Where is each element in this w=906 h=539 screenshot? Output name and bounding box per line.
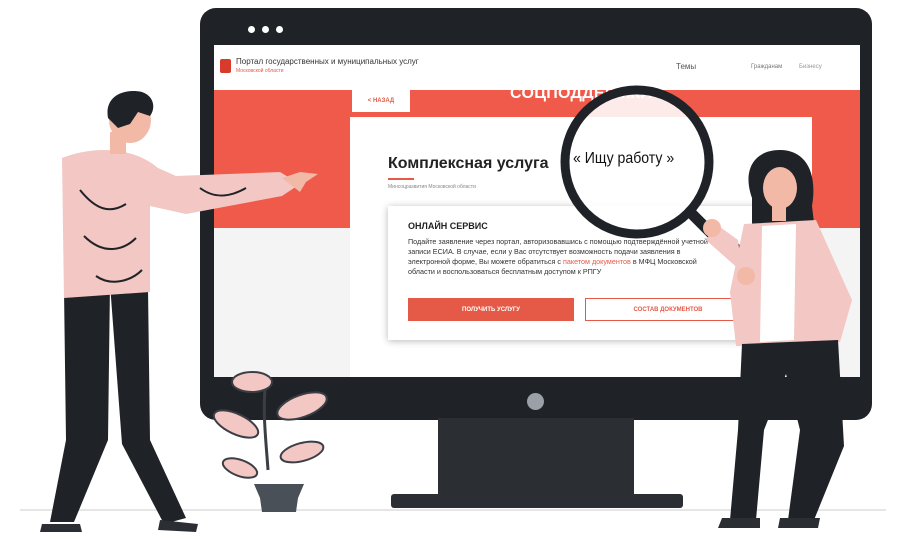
plant — [212, 371, 328, 512]
man-figure — [40, 91, 318, 532]
woman-figure — [703, 150, 852, 528]
search-phrase: « Ищу работу » — [573, 150, 675, 167]
figures-art — [40, 85, 852, 532]
illustration: Портал государственных и муниципальных у… — [0, 0, 906, 539]
